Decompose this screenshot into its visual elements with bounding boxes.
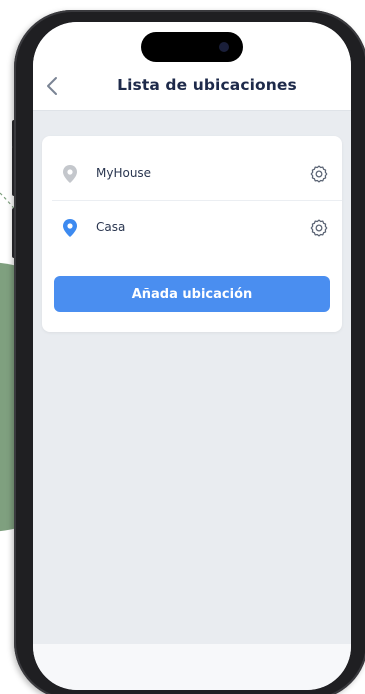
bottom-safe-area bbox=[33, 644, 351, 690]
phone-screen: Lista de ubicaciones MyHouse Casa Añada … bbox=[33, 22, 351, 690]
location-pin-icon bbox=[63, 219, 77, 237]
locations-card: MyHouse Casa Añada ubicación bbox=[42, 136, 342, 332]
divider bbox=[52, 200, 342, 201]
gear-icon[interactable] bbox=[309, 218, 329, 238]
gear-icon[interactable] bbox=[309, 164, 329, 184]
location-item[interactable]: MyHouse bbox=[42, 150, 342, 200]
location-item[interactable]: Casa bbox=[42, 204, 342, 254]
back-button[interactable] bbox=[41, 74, 63, 98]
add-location-button[interactable]: Añada ubicación bbox=[54, 276, 330, 312]
location-pin-icon bbox=[63, 165, 77, 183]
dynamic-island bbox=[141, 32, 243, 62]
location-name: Casa bbox=[96, 220, 126, 234]
camera-icon bbox=[219, 42, 229, 52]
chevron-left-icon bbox=[47, 77, 57, 95]
page-title: Lista de ubicaciones bbox=[117, 76, 297, 94]
location-name: MyHouse bbox=[96, 166, 152, 180]
page: Lista de ubicaciones MyHouse Casa Añada … bbox=[0, 0, 365, 694]
